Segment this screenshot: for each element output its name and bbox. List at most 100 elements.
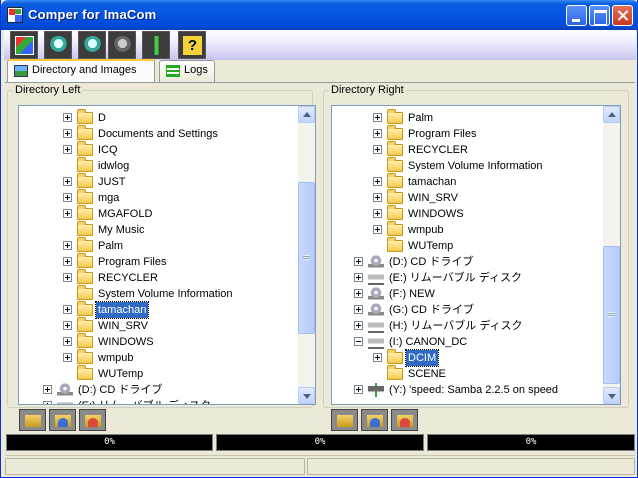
folder-button[interactable] (19, 409, 46, 431)
folder-icon (77, 317, 93, 332)
expand-icon[interactable] (63, 305, 72, 314)
tree-folder-item[interactable]: MGAFOLD (19, 205, 289, 222)
tree-folder-item[interactable]: WIN_SRV (19, 317, 289, 334)
tree-folder-item[interactable]: WINDOWS (19, 333, 289, 350)
tree-folder-item[interactable]: wmpub (332, 221, 602, 238)
tree-folder-item[interactable]: SCENE (332, 365, 602, 382)
tree-folder-item[interactable]: Documents and Settings (19, 125, 289, 142)
tree-folder-item[interactable]: System Volume Information (19, 285, 289, 302)
expand-icon[interactable] (373, 145, 382, 154)
scroll-down-icon[interactable] (298, 387, 315, 404)
tree-drive-item[interactable]: (E:) リムーバブル ディスク (332, 270, 602, 286)
collapse-icon[interactable] (354, 337, 363, 346)
tree-drive-item[interactable]: (Y:) 'speed: Samba 2.2.5 on speed (332, 382, 602, 398)
scroll-up-icon[interactable] (298, 106, 315, 123)
tree-item-label: Documents and Settings (98, 128, 218, 140)
tree-drive-item[interactable]: (D:) CD ドライブ (332, 254, 602, 270)
expand-icon[interactable] (354, 289, 363, 298)
expand-icon[interactable] (63, 177, 72, 186)
tree-folder-item[interactable]: Palm (19, 237, 289, 254)
tree-folder-item[interactable]: WIN_SRV (332, 189, 602, 206)
tree-folder-item[interactable]: idwlog (19, 157, 289, 174)
tree-drive-item[interactable]: (F:) NEW (332, 286, 602, 302)
maximize-button[interactable] (589, 5, 610, 26)
expand-icon[interactable] (354, 305, 363, 314)
tree-folder-item[interactable]: Program Files (19, 253, 289, 270)
slideshow-button[interactable] (10, 31, 38, 59)
move-button[interactable] (391, 409, 418, 431)
expand-icon[interactable] (63, 129, 72, 138)
minimize-button[interactable] (566, 5, 587, 26)
expand-icon[interactable] (373, 225, 382, 234)
tree-folder-item[interactable]: Program Files (332, 125, 602, 142)
expand-icon[interactable] (63, 113, 72, 122)
search-gray-button[interactable] (108, 31, 136, 59)
tab-logs[interactable]: Logs (159, 60, 215, 82)
expand-icon[interactable] (373, 177, 382, 186)
search-alt-button[interactable] (78, 31, 106, 59)
tree-folder-item[interactable]: mga (19, 189, 289, 206)
close-button[interactable] (612, 5, 633, 26)
vertical-scrollbar[interactable] (603, 106, 620, 404)
expand-icon[interactable] (43, 385, 52, 394)
tool-button[interactable] (142, 31, 170, 59)
expand-icon[interactable] (373, 193, 382, 202)
expand-icon[interactable] (63, 273, 72, 282)
folder-icon (387, 221, 403, 236)
tree-folder-item[interactable]: ICQ (19, 141, 289, 158)
move-button[interactable] (79, 409, 106, 431)
tree-folder-item[interactable]: Palm (332, 109, 602, 126)
directory-left-tree[interactable]: D Documents and Settings ICQ idwlog JUST mga M… (18, 105, 316, 405)
directory-right-tree[interactable]: Palm Program Files RECYCLER System Volume I… (331, 105, 621, 405)
title-bar[interactable]: Comper for ImaCom (1, 0, 638, 30)
tree-drive-item[interactable]: (I:) CANON_DC (332, 334, 602, 350)
vertical-scrollbar[interactable] (298, 106, 315, 404)
tree-folder-item[interactable]: WINDOWS (332, 205, 602, 222)
scroll-thumb[interactable] (298, 182, 315, 334)
tree-folder-item[interactable]: RECYCLER (332, 141, 602, 158)
expand-icon[interactable] (63, 337, 72, 346)
scroll-up-icon[interactable] (603, 106, 620, 123)
tree-folder-item[interactable]: My Music (19, 221, 289, 238)
expand-icon[interactable] (63, 353, 72, 362)
expand-icon[interactable] (354, 257, 363, 266)
expand-icon[interactable] (373, 209, 382, 218)
tree-folder-item[interactable]: JUST (19, 173, 289, 190)
expand-icon[interactable] (63, 209, 72, 218)
tree-folder-item[interactable]: RECYCLER (19, 269, 289, 286)
expand-icon[interactable] (354, 321, 363, 330)
tree-folder-item[interactable]: tamachan (332, 173, 602, 190)
tree-folder-item[interactable]: wmpub (19, 349, 289, 366)
tree-drive-item[interactable]: (D:) CD ドライブ (19, 382, 289, 398)
expand-icon[interactable] (63, 145, 72, 154)
tree-drive-item[interactable]: (G:) CD ドライブ (332, 302, 602, 318)
expand-icon[interactable] (373, 129, 382, 138)
expand-icon[interactable] (63, 321, 72, 330)
tree-folder-item[interactable]: D (19, 109, 289, 126)
copy-button[interactable] (361, 409, 388, 431)
slideshow-icon (15, 36, 34, 55)
folder-button[interactable] (331, 409, 358, 431)
tree-item-label: tamachan (94, 301, 150, 319)
scroll-thumb[interactable] (603, 246, 620, 384)
expand-icon[interactable] (373, 353, 382, 362)
scroll-down-icon[interactable] (603, 387, 620, 404)
tree-drive-item[interactable]: (E:) リムーバブル ディスク (19, 398, 289, 404)
expand-icon[interactable] (63, 257, 72, 266)
tree-drive-item[interactable]: (H:) リムーバブル ディスク (332, 318, 602, 334)
tree-folder-item[interactable]: WUTemp (332, 237, 602, 254)
tree-folder-item[interactable]: System Volume Information (332, 157, 602, 174)
expand-icon[interactable] (354, 385, 363, 394)
tree-folder-item[interactable]: tamachan (19, 301, 289, 319)
expand-icon[interactable] (63, 241, 72, 250)
tree-folder-item[interactable]: WUTemp (19, 365, 289, 382)
tab-directory-and-images[interactable]: Directory and Images (7, 59, 155, 83)
help-button[interactable]: ? (178, 31, 206, 59)
tree-folder-item[interactable]: DCIM (332, 349, 602, 367)
expand-icon[interactable] (373, 113, 382, 122)
expand-icon[interactable] (354, 273, 363, 282)
expand-icon[interactable] (43, 401, 52, 404)
copy-button[interactable] (49, 409, 76, 431)
search-button[interactable] (44, 31, 72, 59)
expand-icon[interactable] (63, 193, 72, 202)
